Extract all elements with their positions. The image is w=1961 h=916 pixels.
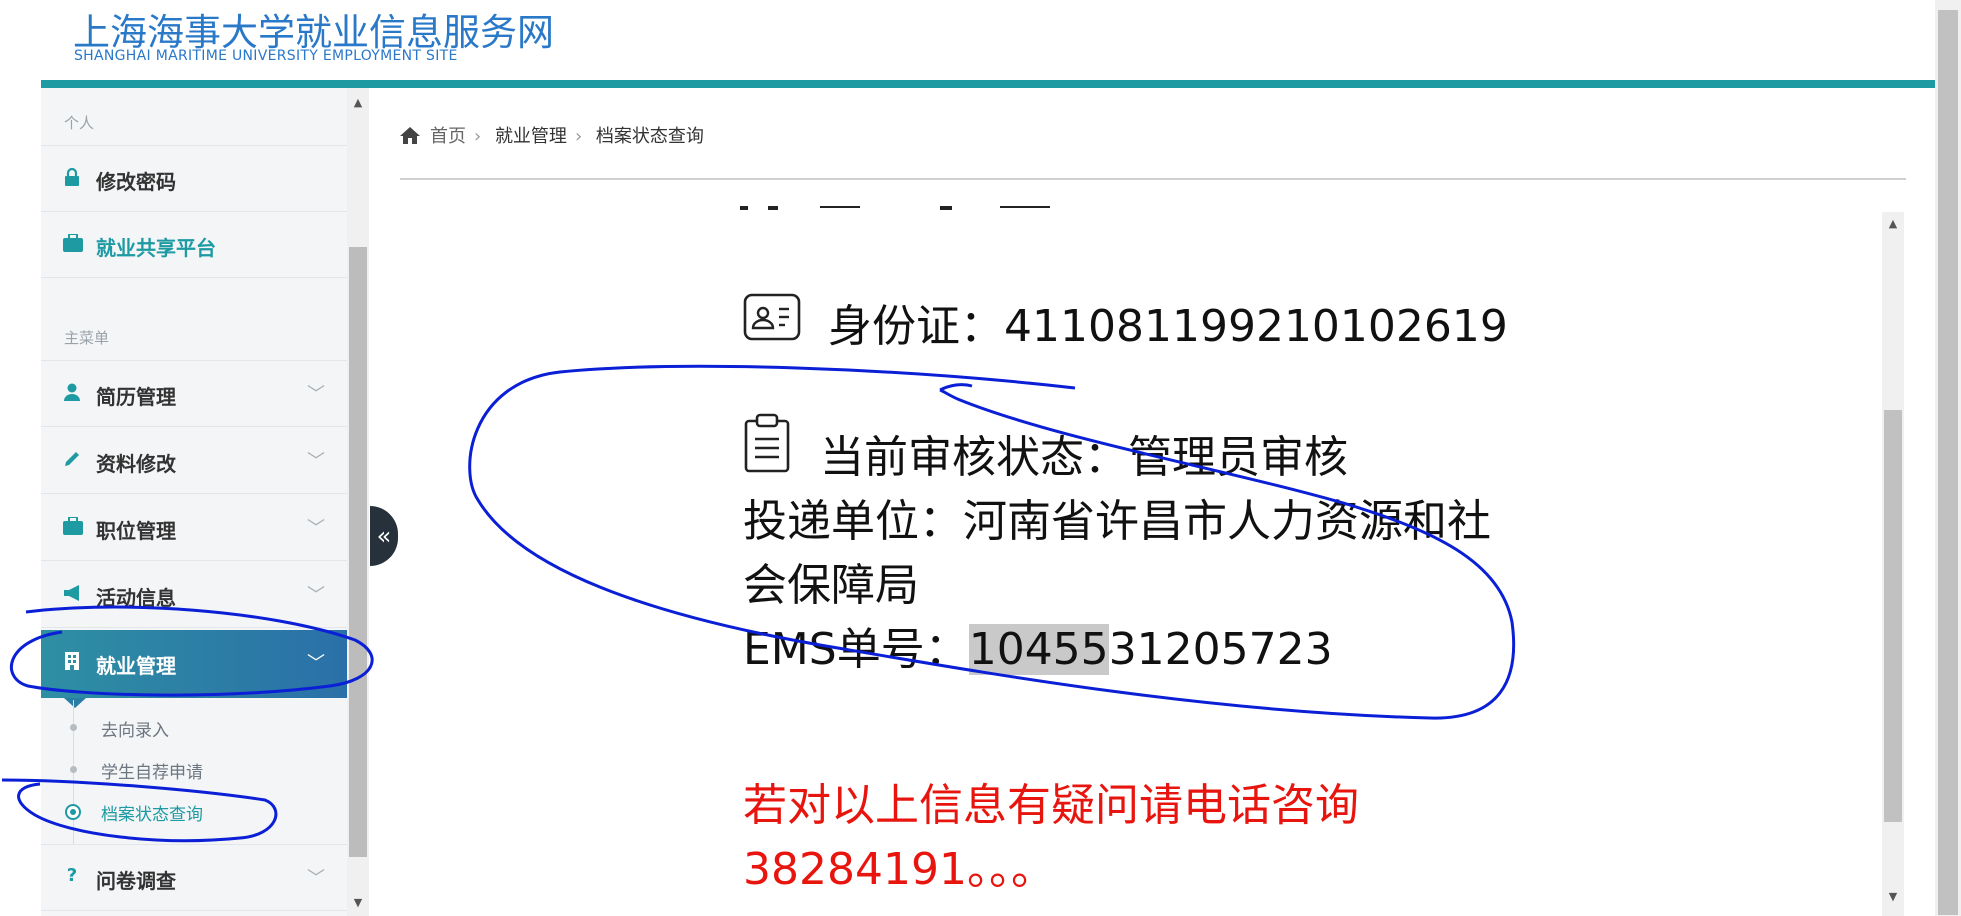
- breadcrumb: 首页 › 就业管理 › 档案状态查询: [400, 122, 712, 148]
- sidebar-item-label: 就业管理: [96, 654, 176, 678]
- sidebar-item-label: 就业共享平台: [96, 236, 216, 260]
- active-pointer: [64, 698, 86, 708]
- chevron-down-icon: ﹀: [307, 585, 325, 606]
- sidebar-item-label: 职位管理: [96, 519, 176, 543]
- megaphone-icon: [63, 584, 81, 602]
- submenu-archive-status[interactable]: 档案状态查询: [101, 800, 203, 825]
- chevron-down-icon: ﹀: [307, 384, 325, 405]
- breadcrumb-divider: [400, 178, 1906, 180]
- sidebar-item-label: 修改密码: [96, 170, 176, 194]
- ems-selected-text: 10455: [968, 624, 1109, 675]
- header-divider: [41, 80, 1935, 88]
- breadcrumb-employment[interactable]: 就业管理: [495, 126, 567, 147]
- sidebar-scrollbar-thumb[interactable]: [349, 247, 367, 857]
- breadcrumb-current: 档案状态查询: [595, 126, 704, 147]
- ems-label: EMS单号：: [743, 624, 969, 675]
- review-status-text: 当前审核状态：管理员审核: [820, 432, 1348, 483]
- bullet-icon: [70, 766, 77, 773]
- sidebar-item-label: 问卷调查: [96, 869, 176, 893]
- briefcase-icon: [63, 233, 83, 252]
- id-number-text: 身份证：411081199210102619: [828, 301, 1508, 352]
- ems-number: EMS单号：1045531205723: [743, 613, 1333, 677]
- bullet-icon: [70, 724, 77, 731]
- home-icon: [400, 127, 420, 144]
- delivery-unit-line1: 投递单位：河南省许昌市人力资源和社: [743, 496, 1491, 547]
- content-scrollbar-thumb[interactable]: [1884, 410, 1902, 822]
- chevron-down-icon: ﹀: [307, 868, 325, 889]
- scroll-down-arrow-icon[interactable]: ▼: [349, 896, 367, 909]
- scroll-up-arrow-icon[interactable]: ▲: [1884, 217, 1902, 230]
- scroll-up-arrow-icon[interactable]: ▲: [349, 96, 367, 109]
- scroll-down-arrow-icon[interactable]: ▼: [1884, 890, 1902, 903]
- radio-selected-icon: [65, 804, 81, 820]
- sidebar-item-survey[interactable]: ? 问卷调查 ﹀: [41, 845, 347, 911]
- notice-line2: 38284191。。。: [743, 844, 1055, 895]
- submenu-self-recommend[interactable]: 学生自荐申请: [101, 758, 203, 783]
- chevron-down-icon: ﹀: [307, 518, 325, 539]
- chevron-down-icon: ﹀: [307, 451, 325, 472]
- chevron-down-icon: ﹀: [307, 653, 325, 674]
- section-main-label: 主菜单: [64, 329, 110, 347]
- ems-rest: 31205723: [1108, 624, 1333, 675]
- window-scrollbar-thumb[interactable]: [1938, 10, 1958, 915]
- clipped-text-fragment: [740, 206, 1100, 214]
- submenu-destination-entry[interactable]: 去向录入: [101, 716, 169, 741]
- sidebar-item-label: 活动信息: [96, 586, 176, 610]
- sidebar-item-employment[interactable]: 就业管理 ﹀: [41, 630, 347, 698]
- lock-icon: [63, 167, 81, 186]
- collapse-sidebar-button[interactable]: «: [370, 506, 398, 566]
- briefcase-icon: [63, 516, 83, 535]
- sidebar-item-share-platform[interactable]: 就业共享平台: [41, 212, 347, 278]
- sidebar-item-events[interactable]: 活动信息 ﹀: [41, 562, 347, 628]
- section-personal-label: 个人: [64, 114, 95, 132]
- building-icon: [63, 652, 81, 670]
- pencil-icon: [63, 450, 81, 468]
- sidebar-item-profile-edit[interactable]: 资料修改 ﹀: [41, 428, 347, 494]
- sidebar-item-label: 简历管理: [96, 385, 176, 409]
- sidebar-item-change-password[interactable]: 修改密码: [41, 146, 347, 212]
- site-subtitle: SHANGHAI MARITIME UNIVERSITY EMPLOYMENT …: [74, 48, 458, 64]
- notice-line1: 若对以上信息有疑问请电话咨询: [743, 780, 1359, 831]
- breadcrumb-home[interactable]: 首页: [430, 126, 466, 147]
- id-card-icon: [743, 293, 801, 345]
- clipboard-icon: [743, 413, 791, 477]
- question-icon: ?: [66, 865, 78, 886]
- user-icon: [63, 383, 81, 401]
- delivery-unit-line2: 会保障局: [743, 560, 919, 611]
- sidebar-item-resume[interactable]: 简历管理 ﹀: [41, 361, 347, 427]
- sidebar-item-positions[interactable]: 职位管理 ﹀: [41, 495, 347, 561]
- sidebar-item-label: 资料修改: [96, 452, 176, 476]
